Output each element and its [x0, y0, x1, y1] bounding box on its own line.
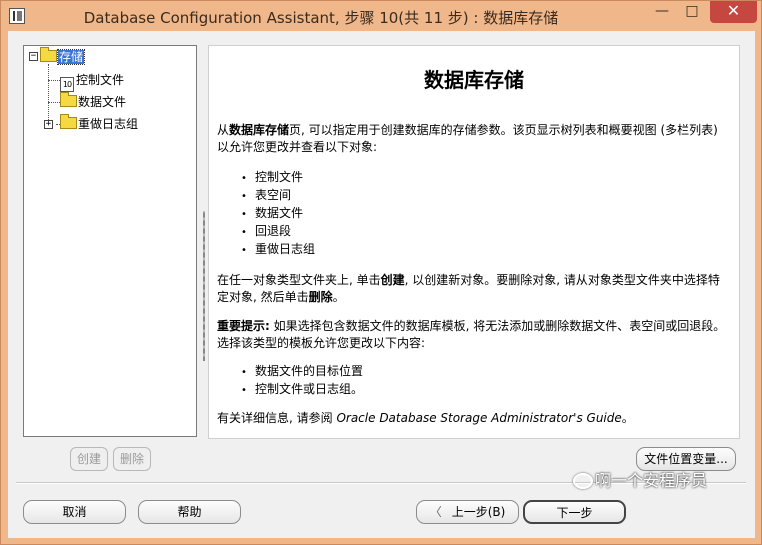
- watermark-text: 啊一个安程序员: [595, 471, 708, 490]
- close-button[interactable]: ✕: [710, 1, 757, 23]
- intro-bold: 数据库存储: [229, 123, 290, 137]
- help-content-panel: 数据库存储 从数据库存储页, 可以指定用于创建数据库的存储参数。该页显示树列表和…: [208, 45, 740, 439]
- folder-icon: [60, 92, 77, 107]
- important-text: 如果选择包含数据文件的数据库模板, 将无法添加或删除数据文件、表空间或回退段。选…: [217, 319, 726, 350]
- important-note: 重要提示: 如果选择包含数据文件的数据库模板, 将无法添加或删除数据文件、表空间…: [217, 318, 727, 352]
- open-folder-icon: [40, 47, 57, 62]
- change-item: • 数据文件的目标位置: [241, 362, 363, 382]
- tree-item-data-files[interactable]: 数据文件: [60, 92, 127, 111]
- delete-button[interactable]: 删除: [113, 447, 151, 471]
- tree-connector: [48, 102, 60, 103]
- more-info-end: 。: [621, 411, 634, 425]
- guide-name: Oracle Database Storage Administrator's …: [336, 411, 622, 425]
- object-label: 回退段: [255, 224, 292, 238]
- tree-item-control-files[interactable]: 10 控制文件: [60, 71, 125, 92]
- content-title: 数据库存储: [424, 68, 524, 92]
- change-label: 控制文件或日志组。: [255, 382, 364, 396]
- window-title: Database Configuration Assistant, 步骤 10(…: [83, 9, 559, 27]
- cancel-button[interactable]: 取消: [23, 500, 126, 524]
- wechat-icon: [573, 473, 593, 489]
- more-info-line: 有关详细信息, 请参阅 Oracle Database Storage Admi…: [217, 410, 727, 427]
- tree-item-label: 控制文件: [76, 73, 125, 87]
- back-button-label: 上一步(B): [451, 505, 506, 519]
- object-item: • 重做日志组: [241, 240, 315, 260]
- object-item: • 表空间: [241, 186, 291, 206]
- tree-item-label: 重做日志组: [78, 117, 139, 131]
- create-button[interactable]: 创建: [70, 447, 108, 471]
- watermark: 啊一个安程序员: [573, 468, 707, 494]
- root-collapse-toggle[interactable]: −: [29, 52, 38, 61]
- intro-prefix: 从: [217, 123, 230, 137]
- tree-root-label: 存储: [56, 49, 86, 65]
- create-delete-paragraph: 在任一对象类型文件夹上, 单击创建, 以创建新对象。要删除对象, 请从对象类型文…: [217, 272, 727, 306]
- change-label: 数据文件的目标位置: [255, 364, 364, 378]
- delete-bold: 删除: [308, 290, 333, 304]
- tree-item-label: 数据文件: [78, 95, 127, 109]
- dialog-body: − 存储 10 控制文件 数据文件 + 重做日志组 数据库存储 从数据库存储页, …: [8, 31, 755, 538]
- dbca-window: Database Configuration Assistant, 步骤 10(…: [0, 0, 762, 545]
- object-item: • 回退段: [241, 222, 291, 242]
- back-button[interactable]: 〈上一步(B): [416, 500, 519, 524]
- intro-rest: 页, 可以指定用于创建数据库的存储参数。该页显示树列表和概要视图 (多栏列表) …: [217, 123, 718, 154]
- next-button[interactable]: 下一步: [523, 500, 626, 524]
- storage-tree[interactable]: − 存储 10 控制文件 数据文件 + 重做日志组: [23, 45, 197, 437]
- object-item: • 数据文件: [241, 204, 303, 224]
- tree-root-storage[interactable]: 存储: [40, 47, 86, 66]
- more-info-text: 有关详细信息, 请参阅: [217, 411, 337, 425]
- redo-log-expand-toggle[interactable]: +: [44, 120, 53, 129]
- minimize-button[interactable]: —: [649, 1, 675, 23]
- change-item: • 控制文件或日志组。: [241, 380, 363, 400]
- panel-splitter[interactable]: [203, 211, 205, 361]
- title-bar[interactable]: Database Configuration Assistant, 步骤 10(…: [1, 1, 761, 31]
- object-label: 重做日志组: [255, 242, 316, 256]
- object-label: 控制文件: [255, 170, 304, 184]
- folder-icon: [60, 114, 77, 129]
- control-file-icon: 10: [60, 77, 74, 92]
- create-text: 。: [332, 290, 345, 304]
- bullet-icon: •: [241, 385, 247, 396]
- intro-paragraph: 从数据库存储页, 可以指定用于创建数据库的存储参数。该页显示树列表和概要视图 (…: [217, 122, 727, 156]
- create-bold: 创建: [380, 273, 405, 287]
- create-text: 在任一对象类型文件夹上, 单击: [217, 273, 381, 287]
- tree-connector: [48, 80, 60, 81]
- bullet-icon: •: [241, 245, 247, 256]
- object-item: • 控制文件: [241, 168, 303, 188]
- object-label: 数据文件: [255, 206, 304, 220]
- object-label: 表空间: [255, 188, 292, 202]
- back-arrow-icon: 〈: [429, 505, 442, 519]
- help-button[interactable]: 帮助: [138, 500, 241, 524]
- maximize-button[interactable]: □: [679, 1, 705, 23]
- tree-item-redo-log-groups[interactable]: 重做日志组: [60, 114, 139, 133]
- important-label: 重要提示:: [217, 319, 270, 333]
